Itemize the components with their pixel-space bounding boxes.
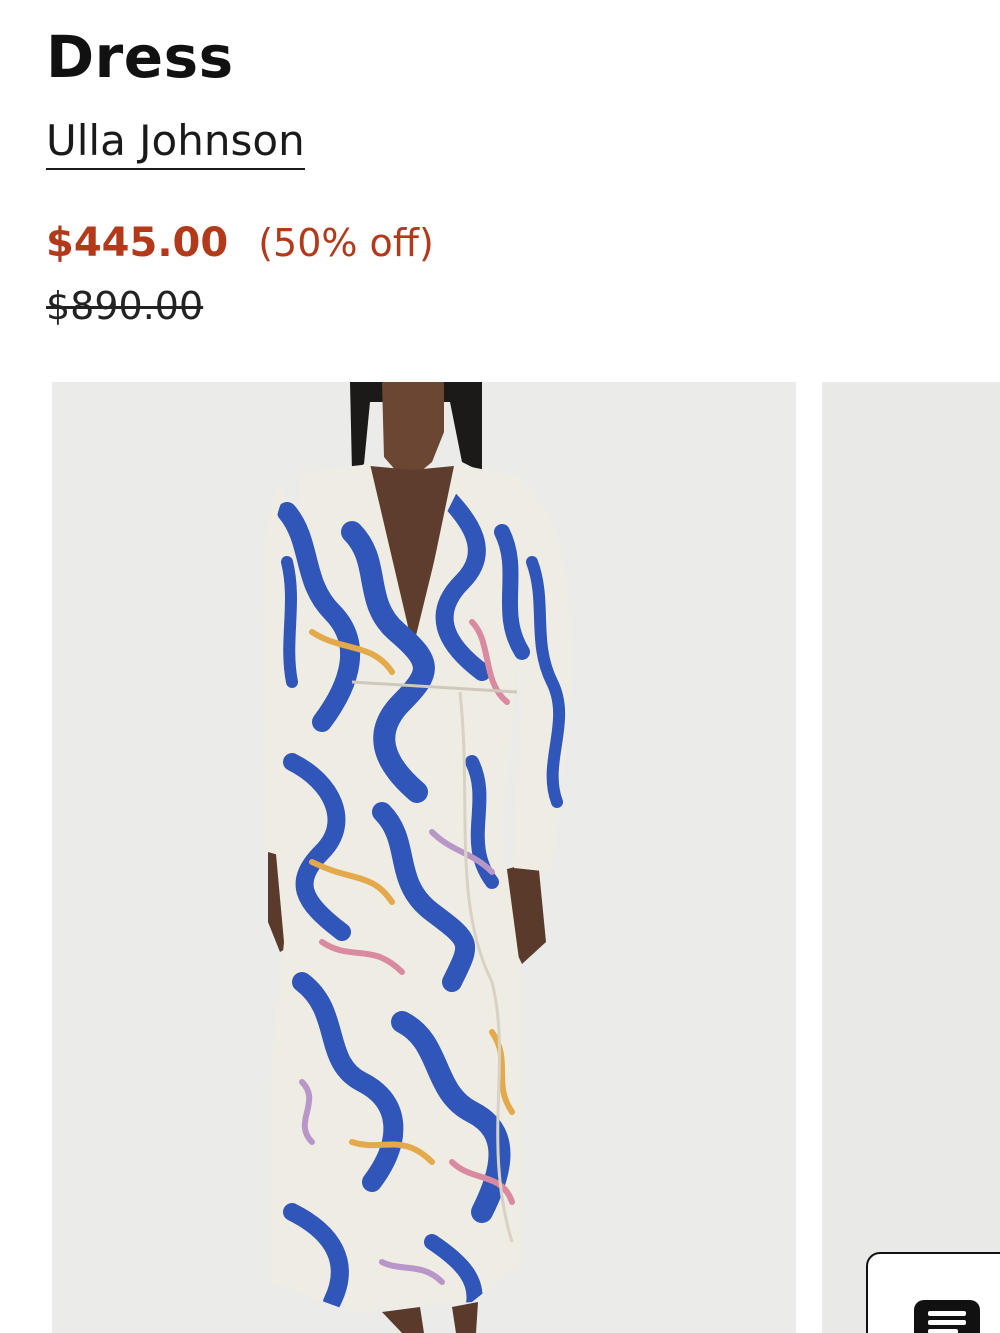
product-image-carousel[interactable] bbox=[52, 382, 1000, 1333]
product-image-next[interactable] bbox=[822, 382, 1000, 1333]
sale-price: $445.00 bbox=[46, 220, 229, 266]
brand-link[interactable]: Ulla Johnson bbox=[46, 116, 305, 170]
product-title: Dress bbox=[46, 23, 234, 91]
product-page: Dress Ulla Johnson $445.00 (50% off) $89… bbox=[0, 0, 1000, 1333]
original-price: $890.00 bbox=[46, 284, 204, 328]
chat-bubble-icon bbox=[914, 1300, 980, 1333]
dress-model-illustration bbox=[262, 382, 573, 1333]
price-row: $445.00 (50% off) bbox=[46, 220, 434, 266]
chat-button[interactable] bbox=[866, 1252, 1000, 1333]
product-image-main[interactable] bbox=[52, 382, 796, 1333]
discount-label: (50% off) bbox=[258, 221, 434, 265]
